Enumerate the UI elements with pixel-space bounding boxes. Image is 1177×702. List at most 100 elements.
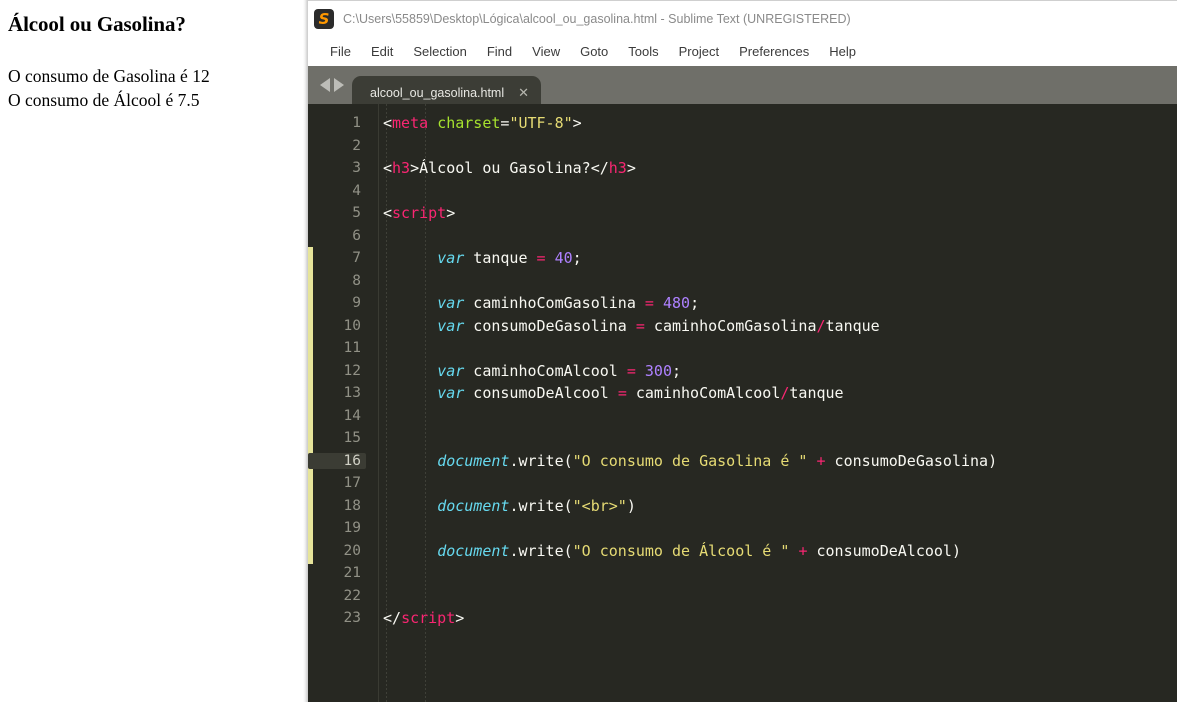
code-token: > <box>446 204 456 223</box>
code-line[interactable]: 13 var consumoDeAlcool = caminhoComAlcoo… <box>308 382 1177 405</box>
code-line-text: var caminhoComAlcool = 300; <box>366 362 1177 380</box>
code-token: ; <box>672 361 682 380</box>
code-line[interactable]: 1 <meta charset="UTF-8"> <box>308 112 1177 135</box>
code-line[interactable]: 22 <box>308 585 1177 608</box>
line-number: 3 <box>352 160 361 177</box>
menu-item-edit[interactable]: Edit <box>361 42 403 61</box>
code-token: = <box>617 384 627 403</box>
line-number: 16 <box>308 452 366 469</box>
code-token: "<br>" <box>572 496 627 515</box>
code-token: 480 <box>662 294 691 313</box>
code-line[interactable]: 18 document.write("<br>") <box>308 495 1177 518</box>
code-token: Álcool ou Gasolina? <box>419 159 591 178</box>
code-line[interactable]: 14 <box>308 405 1177 428</box>
code-token: var <box>437 249 465 268</box>
code-token: tanque <box>789 384 844 403</box>
code-line-text: var consumoDeAlcool = caminhoComAlcool/t… <box>366 384 1177 402</box>
code-token: < <box>383 114 393 133</box>
code-token: </ <box>590 159 609 178</box>
code-token: .write( <box>509 451 573 470</box>
menu-item-project[interactable]: Project <box>669 42 729 61</box>
code-line[interactable]: 4 <box>308 180 1177 203</box>
arrow-right-icon[interactable] <box>334 78 344 92</box>
menu-item-selection[interactable]: Selection <box>403 42 476 61</box>
code-line-text: document.write("<br>") <box>366 497 1177 515</box>
code-line[interactable]: 9 var caminhoComGasolina = 480; <box>308 292 1177 315</box>
line-number: 1 <box>352 115 361 132</box>
line-number: 13 <box>343 385 361 402</box>
code-line[interactable]: 23 </script> <box>308 607 1177 630</box>
code-token: document <box>437 451 510 470</box>
code-line[interactable]: 12 var caminhoComAlcool = 300; <box>308 360 1177 383</box>
code-token: = <box>536 249 546 268</box>
code-line[interactable]: 5 <script> <box>308 202 1177 225</box>
browser-render-pane: Álcool ou Gasolina? O consumo de Gasolin… <box>0 0 303 702</box>
line-number: 4 <box>352 182 361 199</box>
code-line-text: document.write("O consumo de Gasolina é … <box>366 452 1177 470</box>
tab-bar: alcool_ou_gasolina.html ✕ <box>308 66 1177 109</box>
line-number: 2 <box>352 137 361 154</box>
code-line[interactable]: 10 var consumoDeGasolina = caminhoComGas… <box>308 315 1177 338</box>
code-line[interactable]: 11 <box>308 337 1177 360</box>
code-token: > <box>572 114 582 133</box>
code-editor[interactable]: 1 <meta charset="UTF-8"> 2 3 <h3>Álcool ou G… <box>308 104 1177 702</box>
code-token: h3 <box>392 159 411 178</box>
code-line[interactable]: 21 <box>308 562 1177 585</box>
code-line[interactable]: 20 document.write("O consumo de Álcool é… <box>308 540 1177 563</box>
menu-item-find[interactable]: Find <box>477 42 522 61</box>
line-number: 22 <box>343 587 361 604</box>
code-line[interactable]: 16 document.write("O consumo de Gasolina… <box>308 450 1177 473</box>
line-number: 15 <box>343 430 361 447</box>
code-line[interactable]: 2 <box>308 135 1177 158</box>
code-line[interactable]: 8 <box>308 270 1177 293</box>
browser-page-content: Álcool ou Gasolina? O consumo de Gasolin… <box>0 0 303 112</box>
window-title: C:\Users\55859\Desktop\Lógica\alcool_ou_… <box>343 12 851 26</box>
code-line[interactable]: 17 <box>308 472 1177 495</box>
line-number: 6 <box>352 227 361 244</box>
code-token: < <box>383 159 393 178</box>
line-number: 19 <box>343 520 361 537</box>
code-token: = <box>644 294 654 313</box>
code-token: consumoDeAlcool <box>464 384 618 403</box>
code-token: consumoDeGasolina <box>464 316 636 335</box>
code-line[interactable]: 15 <box>308 427 1177 450</box>
code-token: document <box>437 496 510 515</box>
arrow-left-icon[interactable] <box>320 78 330 92</box>
browser-output-text: O consumo de Gasolina é 12 O consumo de … <box>8 64 295 112</box>
line-number: 17 <box>343 475 361 492</box>
code-token: caminhoComAlcool <box>626 384 781 403</box>
line-number: 8 <box>352 272 361 289</box>
menu-bar: File Edit Selection Find View Goto Tools… <box>308 37 1177 66</box>
sublime-text-icon: S <box>314 9 334 29</box>
line-number: 18 <box>343 497 361 514</box>
code-line[interactable]: 7 var tanque = 40; <box>308 247 1177 270</box>
code-line[interactable]: 6 <box>308 225 1177 248</box>
code-line[interactable]: 19 <box>308 517 1177 540</box>
code-line-text: var caminhoComGasolina = 480; <box>366 294 1177 312</box>
code-token: > <box>410 159 420 178</box>
code-line-text: var tanque = 40; <box>366 249 1177 267</box>
menu-item-tools[interactable]: Tools <box>618 42 668 61</box>
code-token: "UTF-8" <box>509 114 573 133</box>
menu-item-preferences[interactable]: Preferences <box>729 42 819 61</box>
line-number: 11 <box>343 340 361 357</box>
code-token: var <box>437 384 465 403</box>
close-icon[interactable]: ✕ <box>518 86 529 99</box>
code-token: = <box>635 316 645 335</box>
menu-item-file[interactable]: File <box>320 42 361 61</box>
code-token: script <box>401 609 456 628</box>
line-number: 20 <box>343 542 361 559</box>
menu-item-view[interactable]: View <box>522 42 570 61</box>
code-token: = <box>626 361 636 380</box>
code-token: var <box>437 361 465 380</box>
menu-item-help[interactable]: Help <box>819 42 866 61</box>
code-line[interactable]: 3 <h3>Álcool ou Gasolina?</h3> <box>308 157 1177 180</box>
code-token: ; <box>690 294 700 313</box>
menu-item-goto[interactable]: Goto <box>570 42 618 61</box>
